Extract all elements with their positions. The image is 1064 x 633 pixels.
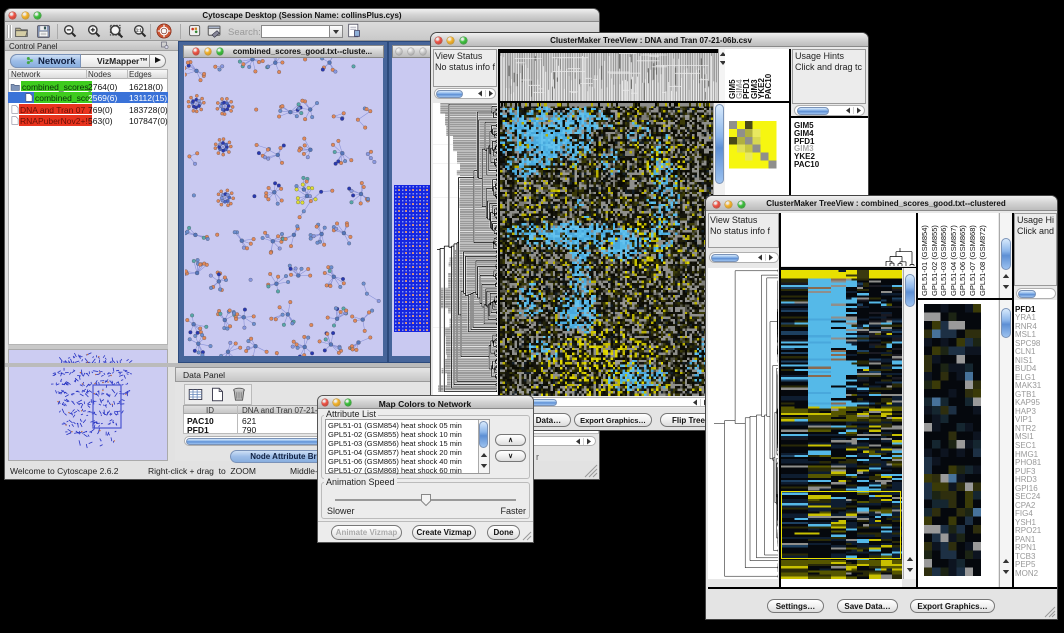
svg-text:1:1: 1:1 (136, 28, 143, 33)
